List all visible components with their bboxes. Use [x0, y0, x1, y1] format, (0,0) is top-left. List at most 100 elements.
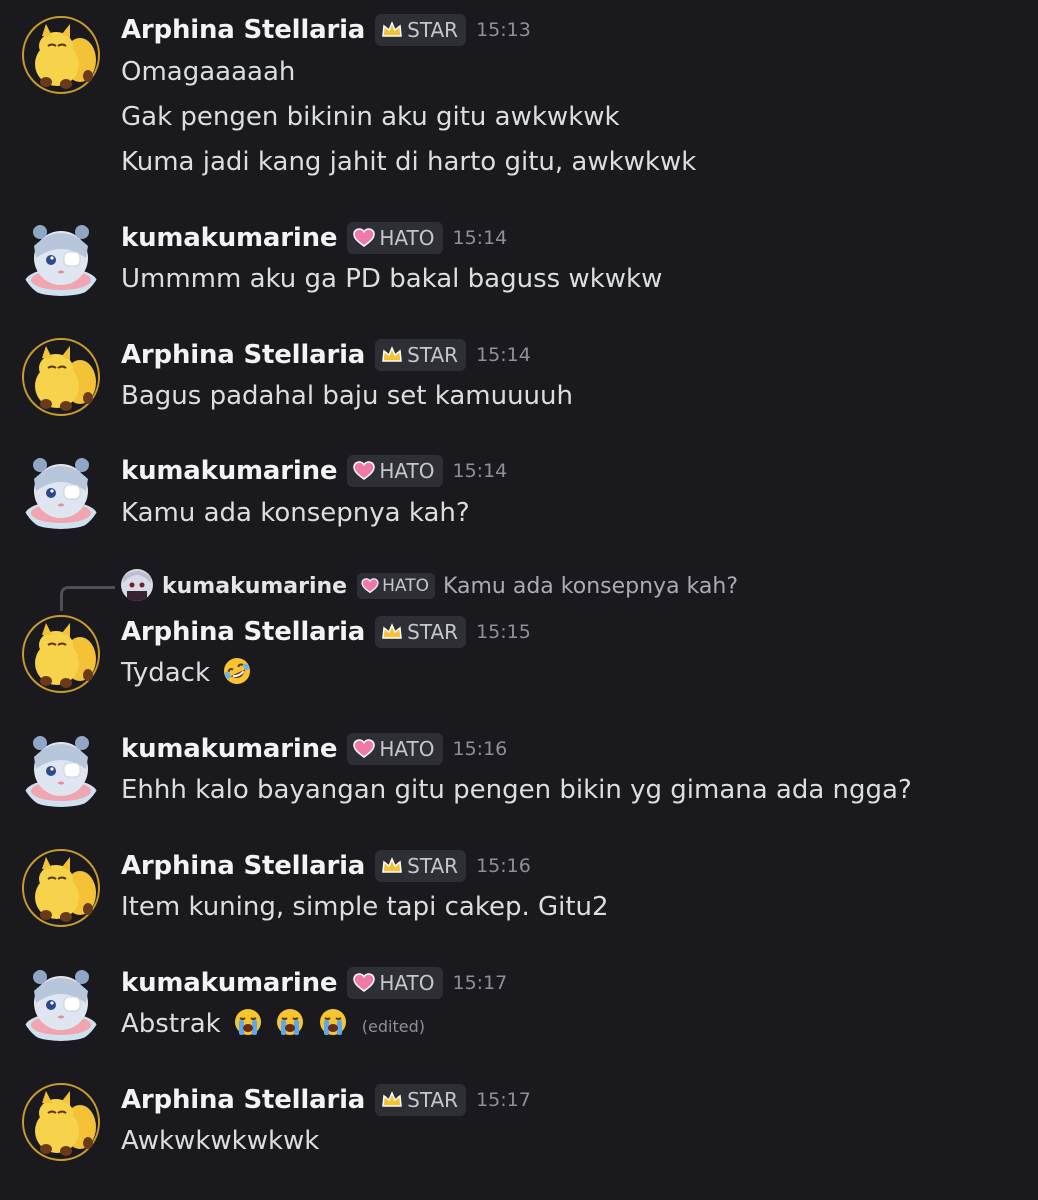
role-tag-label: STAR	[407, 620, 459, 644]
timestamp[interactable]: 15:17	[476, 1089, 531, 1111]
avatar-arphina[interactable]	[20, 613, 102, 695]
edited-label: (edited)	[361, 1017, 425, 1036]
message-text-content: Tydack	[121, 658, 211, 688]
timestamp[interactable]: 15:15	[476, 621, 531, 643]
loudly-crying-emoji[interactable]	[233, 1007, 263, 1037]
username[interactable]: Arphina Stellaria	[121, 617, 365, 647]
message-text: Bagus padahal baju set kamuuuuh	[121, 381, 573, 411]
pink-heart-icon	[353, 228, 376, 248]
avatar-arphina[interactable]	[20, 1081, 102, 1163]
crown-icon	[381, 856, 403, 876]
username[interactable]: kumakumarine	[121, 223, 338, 253]
message-text: Omagaaaaah	[121, 57, 296, 87]
reply-text[interactable]: Kamu ada konsepnya kah?	[443, 574, 738, 599]
reply-content: kumakumarine HATO Kamu ada konsepnya kah…	[162, 566, 738, 606]
rolling-on-floor-laughing-emoji[interactable]	[222, 656, 252, 686]
role-tag[interactable]: HATO	[347, 967, 443, 999]
role-tag-label: HATO	[379, 971, 435, 995]
message-header: kumakumarine HATO 15:16	[121, 729, 507, 769]
bear-girl-avatar-icon	[20, 451, 102, 533]
role-tag-label: STAR	[407, 18, 459, 42]
message-text: Ehhh kalo bayangan gitu pengen bikin yg …	[121, 775, 912, 805]
message-text: Kuma jadi kang jahit di harto gitu, awkw…	[121, 147, 697, 177]
avatar-kumakumarine[interactable]	[20, 729, 102, 811]
message-header: kumakumarine HATO 15:14	[121, 218, 507, 258]
bear-girl-avatar-icon	[20, 729, 102, 811]
loudly-crying-emoji[interactable]	[275, 1007, 305, 1037]
message-text-content: Abstrak	[121, 1009, 221, 1039]
avatar-arphina[interactable]	[20, 847, 102, 929]
timestamp[interactable]: 15:16	[453, 738, 508, 760]
reply-spine	[60, 586, 115, 611]
role-tag[interactable]: STAR	[375, 616, 467, 648]
reply-username[interactable]: kumakumarine	[162, 574, 347, 599]
reply-avatar	[121, 569, 153, 601]
message-text: Awkwkwkwkwk	[121, 1126, 320, 1156]
username[interactable]: Arphina Stellaria	[121, 1085, 365, 1115]
bear-girl-avatar-icon	[121, 569, 153, 601]
avatar-arphina[interactable]	[20, 14, 102, 96]
crown-icon	[381, 20, 403, 40]
message-header: Arphina Stellaria STAR 15:15	[121, 612, 531, 652]
fox-mascot-avatar-icon	[20, 613, 102, 695]
avatar-kumakumarine[interactable]	[20, 218, 102, 300]
crown-icon	[381, 1090, 403, 1110]
message-header: Arphina Stellaria STAR 15:17	[121, 1080, 531, 1120]
message-text: Abstrak (edited)	[121, 1004, 425, 1044]
crown-icon	[381, 622, 403, 642]
message-text: Gak pengen bikinin aku gitu awkwkwk	[121, 102, 620, 132]
username[interactable]: kumakumarine	[121, 734, 338, 764]
pink-heart-icon	[361, 578, 379, 594]
timestamp[interactable]: 15:13	[476, 19, 531, 41]
role-tag[interactable]: HATO	[347, 733, 443, 765]
bear-girl-avatar-icon	[20, 963, 102, 1045]
pink-heart-icon	[353, 973, 376, 993]
fox-mascot-avatar-icon	[20, 1081, 102, 1163]
username[interactable]: Arphina Stellaria	[121, 340, 365, 370]
role-tag-label: STAR	[407, 1088, 459, 1112]
message-header: Arphina Stellaria STAR 15:13	[121, 10, 531, 50]
message-header: Arphina Stellaria STAR 15:16	[121, 846, 531, 886]
role-tag-label: STAR	[407, 854, 459, 878]
username[interactable]: Arphina Stellaria	[121, 851, 365, 881]
crown-icon	[381, 345, 403, 365]
role-tag[interactable]: STAR	[375, 339, 467, 371]
timestamp[interactable]: 15:14	[453, 460, 508, 482]
fox-mascot-avatar-icon	[20, 336, 102, 418]
username[interactable]: Arphina Stellaria	[121, 15, 365, 45]
role-tag[interactable]: STAR	[375, 1084, 467, 1116]
fox-mascot-avatar-icon	[20, 847, 102, 929]
bear-girl-avatar-icon	[20, 218, 102, 300]
message-text: Ummmm aku ga PD bakal baguss wkwkw	[121, 264, 663, 294]
loudly-crying-emoji[interactable]	[318, 1007, 348, 1037]
role-tag-label: HATO	[379, 737, 435, 761]
role-tag-label: HATO	[379, 226, 435, 250]
message-header: Arphina Stellaria STAR 15:14	[121, 335, 531, 375]
reply-role-label: HATO	[382, 576, 429, 596]
chat-message-list: Arphina Stellaria STAR 15:13 Omagaaaaah …	[0, 0, 1038, 1200]
message-text: Item kuning, simple tapi cakep. Gitu2	[121, 892, 609, 922]
message-text: Kamu ada konsepnya kah?	[121, 498, 470, 528]
reply-reference[interactable]: kumakumarine HATO Kamu ada konsepnya kah…	[0, 566, 1038, 611]
username[interactable]: kumakumarine	[121, 968, 338, 998]
avatar-kumakumarine[interactable]	[20, 963, 102, 1045]
fox-mascot-avatar-icon	[20, 14, 102, 96]
role-tag[interactable]: STAR	[375, 850, 467, 882]
role-tag[interactable]: HATO	[347, 222, 443, 254]
role-tag-label: HATO	[379, 459, 435, 483]
role-tag[interactable]: HATO	[347, 455, 443, 487]
timestamp[interactable]: 15:14	[453, 227, 508, 249]
message-text: Tydack	[121, 653, 252, 693]
role-tag-label: STAR	[407, 343, 459, 367]
role-tag[interactable]: STAR	[375, 14, 467, 46]
message-header: kumakumarine HATO 15:14	[121, 451, 507, 491]
message-header: kumakumarine HATO 15:17	[121, 963, 507, 1003]
username[interactable]: kumakumarine	[121, 456, 338, 486]
timestamp[interactable]: 15:14	[476, 344, 531, 366]
pink-heart-icon	[353, 461, 376, 481]
avatar-kumakumarine[interactable]	[20, 451, 102, 533]
timestamp[interactable]: 15:16	[476, 855, 531, 877]
pink-heart-icon	[353, 739, 376, 759]
avatar-arphina[interactable]	[20, 336, 102, 418]
timestamp[interactable]: 15:17	[453, 972, 508, 994]
